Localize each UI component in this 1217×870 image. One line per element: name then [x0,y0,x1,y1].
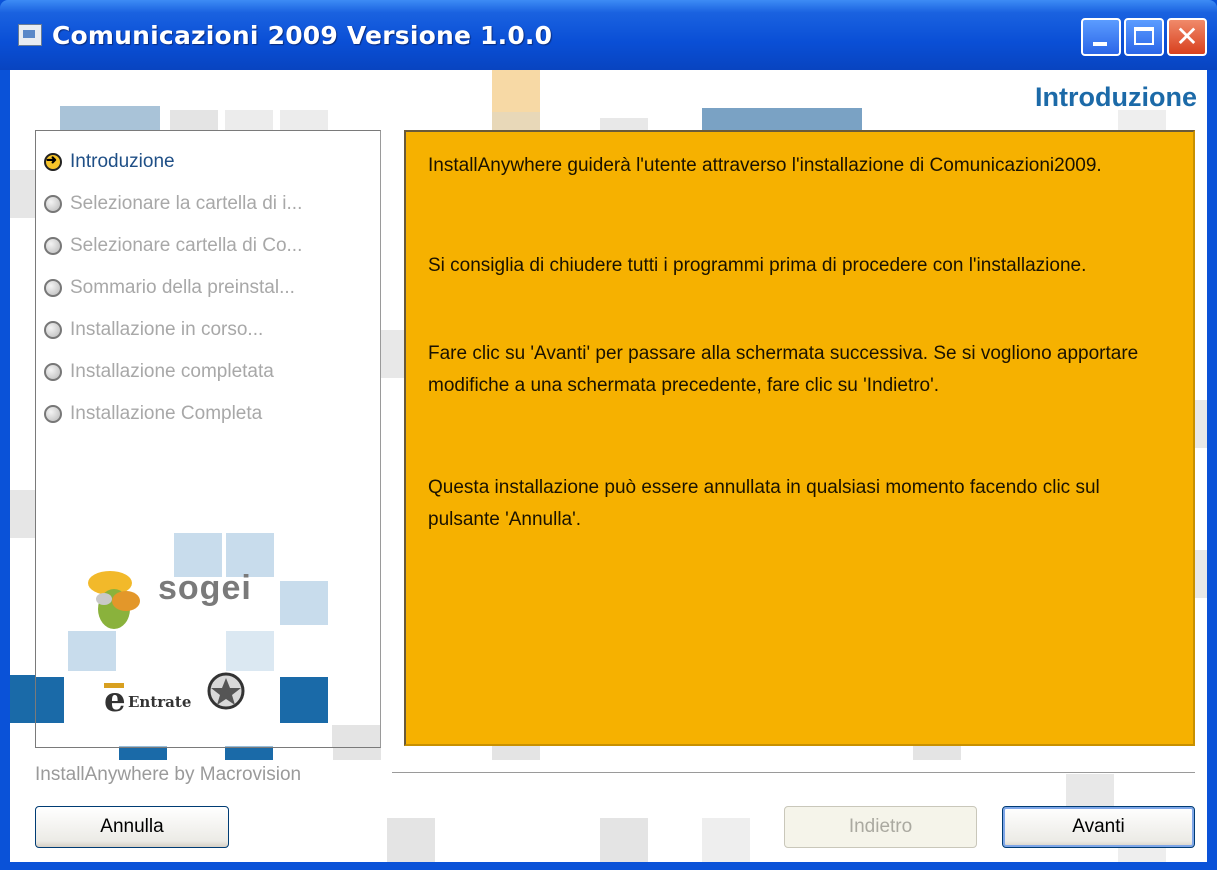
pending-step-icon [44,237,62,255]
maximize-button[interactable] [1124,18,1164,56]
decor-square [119,746,167,760]
decor-square [170,110,218,130]
decor-square [702,818,750,862]
introduction-panel: InstallAnywhere guiderà l'utente attrave… [404,130,1195,746]
agenzia-entrate-text: Entrate [128,693,192,711]
decor-square [492,70,540,112]
footer-divider [392,772,1195,773]
intro-paragraph: Si consiglia di chiudere tutti i program… [428,255,1087,276]
decor-square [1118,110,1166,130]
intro-paragraph: Questa installazione può essere annullat… [428,477,1100,530]
decor-square [225,110,273,130]
decor-square [702,108,862,130]
step-label: Installazione in corso... [70,319,264,340]
back-button[interactable]: Indietro [784,806,977,848]
step-introduzione: Introduzione [44,147,175,177]
next-button[interactable]: Avanti [1002,806,1195,848]
current-step-arrow-icon [44,152,62,171]
decor-square [226,631,274,671]
step-selezionare-cartella-collegamenti: Selezionare cartella di Co... [44,231,302,261]
pending-step-icon [44,363,62,381]
vendor-label: InstallAnywhere by Macrovision [35,764,302,786]
pending-step-icon [44,195,62,213]
agenzia-entrate-logo: e Entrate [102,679,222,719]
step-label: Sommario della preinstal... [70,277,295,298]
decor-square [492,746,540,760]
step-label: Introduzione [70,151,175,172]
decor-square [1195,400,1207,448]
intro-paragraph: InstallAnywhere guiderà l'utente attrave… [428,155,1102,176]
maximize-icon [1134,27,1154,45]
minimize-button[interactable] [1081,18,1121,56]
step-installazione-completata: Installazione completata [44,357,274,387]
emblem-icon [207,672,245,710]
decor-square [1195,550,1207,598]
decor-square [225,746,273,760]
decor-square [280,581,328,625]
close-button[interactable]: ✕ [1167,18,1207,56]
decor-square [280,110,328,130]
decor-square [387,818,435,862]
decor-square [1066,774,1114,806]
title-bar[interactable]: Comunicazioni 2009 Versione 1.0.0 ✕ [0,0,1217,70]
decor-square [913,746,961,760]
step-installazione-completa: Installazione Completa [44,399,262,429]
decor-square [36,677,64,723]
pending-step-icon [44,279,62,297]
decor-square [333,746,381,760]
sogei-logo-text: sogei [158,569,252,607]
step-sommario-preinstallazione: Sommario della preinstal... [44,273,295,303]
decor-square [380,330,404,378]
pending-step-icon [44,321,62,339]
decor-square [10,170,35,218]
minimize-icon [1093,42,1107,46]
decor-square [492,112,540,130]
installer-body: Introduzione Introduzione Selezionare la… [10,70,1207,862]
decor-square [280,677,328,723]
intro-paragraph: Fare clic su 'Avanti' per passare alla s… [428,343,1139,396]
decor-square [60,106,160,130]
step-label: Selezionare cartella di Co... [70,235,303,256]
close-icon: ✕ [1175,20,1199,53]
decor-square [332,725,380,747]
cancel-button[interactable]: Annulla [35,806,229,848]
step-selezionare-cartella-installazione: Selezionare la cartella di i... [44,189,302,219]
decor-square [10,675,35,723]
installer-window: Comunicazioni 2009 Versione 1.0.0 ✕ Intr… [0,0,1217,870]
decor-square [10,490,35,538]
step-installazione-in-corso: Installazione in corso... [44,315,263,345]
pending-step-icon [44,405,62,423]
decor-square [600,818,648,862]
window-title: Comunicazioni 2009 Versione 1.0.0 [52,21,553,50]
app-icon [18,24,42,46]
step-label: Installazione completata [70,361,274,382]
page-title: Introduzione [1035,82,1197,112]
decor-square [600,118,648,130]
steps-panel: Introduzione Selezionare la cartella di … [35,130,381,748]
step-label: Installazione Completa [70,403,263,424]
sogei-logo-icon [88,571,140,629]
step-label: Selezionare la cartella di i... [70,193,303,214]
